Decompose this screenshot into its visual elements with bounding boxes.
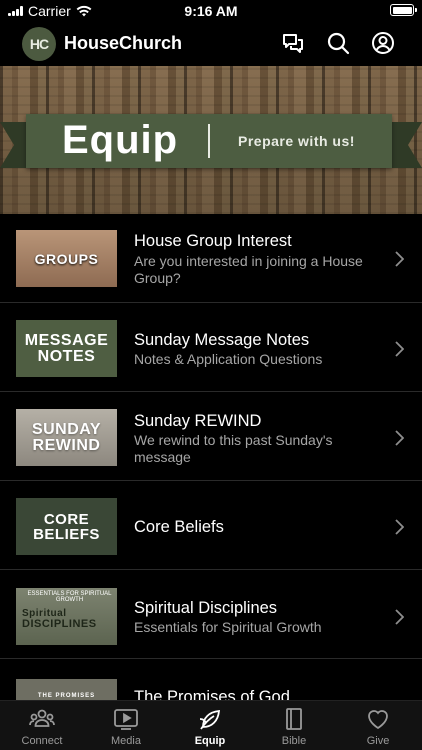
message-notes-thumbnail: MESSAGE NOTES [16, 320, 117, 377]
tab-label: Equip [194, 735, 226, 747]
list-item-title: Spiritual Disciplines [134, 599, 278, 617]
tab-label: Bible [281, 735, 307, 747]
list-item-subtitle: Notes & Application Questions [134, 351, 323, 367]
list-item-title: Sunday Message Notes [134, 331, 310, 349]
thumbnail-text: GROUPS [34, 250, 99, 267]
chevron-right-icon [395, 609, 404, 625]
tab-bible[interactable]: Bible [252, 707, 336, 747]
list-item-title: The Promises of God [134, 688, 290, 700]
banner-ribbon: Equip Prepare with us! [26, 114, 392, 168]
groups-thumbnail: GROUPS [16, 230, 117, 287]
thumbnail-text: REWIND [32, 436, 101, 454]
chevron-right-icon [395, 519, 404, 535]
tab-bar: Connect Media Equip Bible Give [0, 700, 422, 750]
heart-icon [368, 710, 388, 730]
chevron-right-icon [395, 430, 404, 446]
app-logo[interactable]: HC [22, 27, 56, 61]
banner-divider [208, 124, 210, 158]
tab-give[interactable]: Give [336, 707, 420, 747]
play-icon [114, 709, 138, 730]
thumbnail-text: BELIEFS [33, 525, 100, 543]
chat-icon[interactable] [281, 31, 305, 55]
list-item-sunday-rewind[interactable]: SUNDAY REWIND Sunday REWIND We rewind to … [0, 392, 422, 481]
app-header: HC HouseChurch [0, 24, 422, 64]
equip-banner: Equip Prepare with us! [0, 66, 422, 214]
list-item-promises-of-god[interactable]: THE PROMISES The Promises of God [0, 659, 422, 700]
app-title: HouseChurch [64, 33, 183, 53]
search-icon[interactable] [326, 31, 350, 55]
tab-equip[interactable]: Equip [168, 707, 252, 747]
banner-title: Equip [62, 118, 179, 162]
status-time: 9:16 AM [184, 3, 238, 19]
leaf-icon [199, 709, 221, 730]
tab-label: Connect [21, 735, 63, 747]
thumbnail-text: NOTES [37, 347, 96, 365]
list-item-subtitle: We rewind to this past Sunday's message [134, 432, 333, 465]
people-icon [29, 709, 55, 727]
tab-label: Media [111, 735, 141, 747]
promises-thumbnail: THE PROMISES [16, 679, 117, 700]
status-bar: Carrier 9:16 AM [0, 0, 422, 22]
list-item-spiritual-disciplines[interactable]: ESSENTIALS FOR SPIRITUAL GROWTH Spiritua… [0, 570, 422, 659]
thumbnail-text: DISCIPLINES [22, 618, 97, 630]
battery-icon [390, 4, 417, 16]
core-beliefs-thumbnail: CORE BELIEFS [16, 498, 117, 555]
list-item-subtitle: Are you interested in joining a House Gr… [134, 253, 363, 286]
profile-icon[interactable] [371, 31, 395, 55]
list-item-house-group-interest[interactable]: GROUPS House Group Interest Are you inte… [0, 214, 422, 303]
thumbnail-text: MESSAGE [24, 331, 109, 349]
list-item-title: Sunday REWIND [134, 412, 262, 430]
chevron-right-icon [395, 341, 404, 357]
list-item-title: House Group Interest [134, 232, 292, 250]
chevron-right-icon [395, 251, 404, 267]
thumbnail-text: SUNDAY [31, 420, 102, 438]
list-item-sunday-message-notes[interactable]: MESSAGE NOTES Sunday Message Notes Notes … [0, 303, 422, 392]
thumbnail-text: ESSENTIALS FOR SPIRITUAL GROWTH [27, 591, 112, 603]
banner-subtitle: Prepare with us! [238, 133, 355, 149]
spiritual-disciplines-thumbnail: ESSENTIALS FOR SPIRITUAL GROWTH Spiritua… [16, 588, 117, 645]
tab-label: Give [366, 735, 390, 747]
equip-list: GROUPS House Group Interest Are you inte… [0, 214, 422, 700]
thumbnail-text: THE PROMISES [37, 693, 96, 699]
list-item-subtitle: Essentials for Spiritual Growth [134, 619, 322, 635]
tab-media[interactable]: Media [84, 707, 168, 747]
list-item-title: Core Beliefs [134, 518, 224, 536]
tab-connect[interactable]: Connect [0, 707, 84, 747]
list-item-core-beliefs[interactable]: CORE BELIEFS Core Beliefs [0, 481, 422, 570]
book-icon [286, 708, 302, 730]
sunday-rewind-thumbnail: SUNDAY REWIND [16, 409, 117, 466]
